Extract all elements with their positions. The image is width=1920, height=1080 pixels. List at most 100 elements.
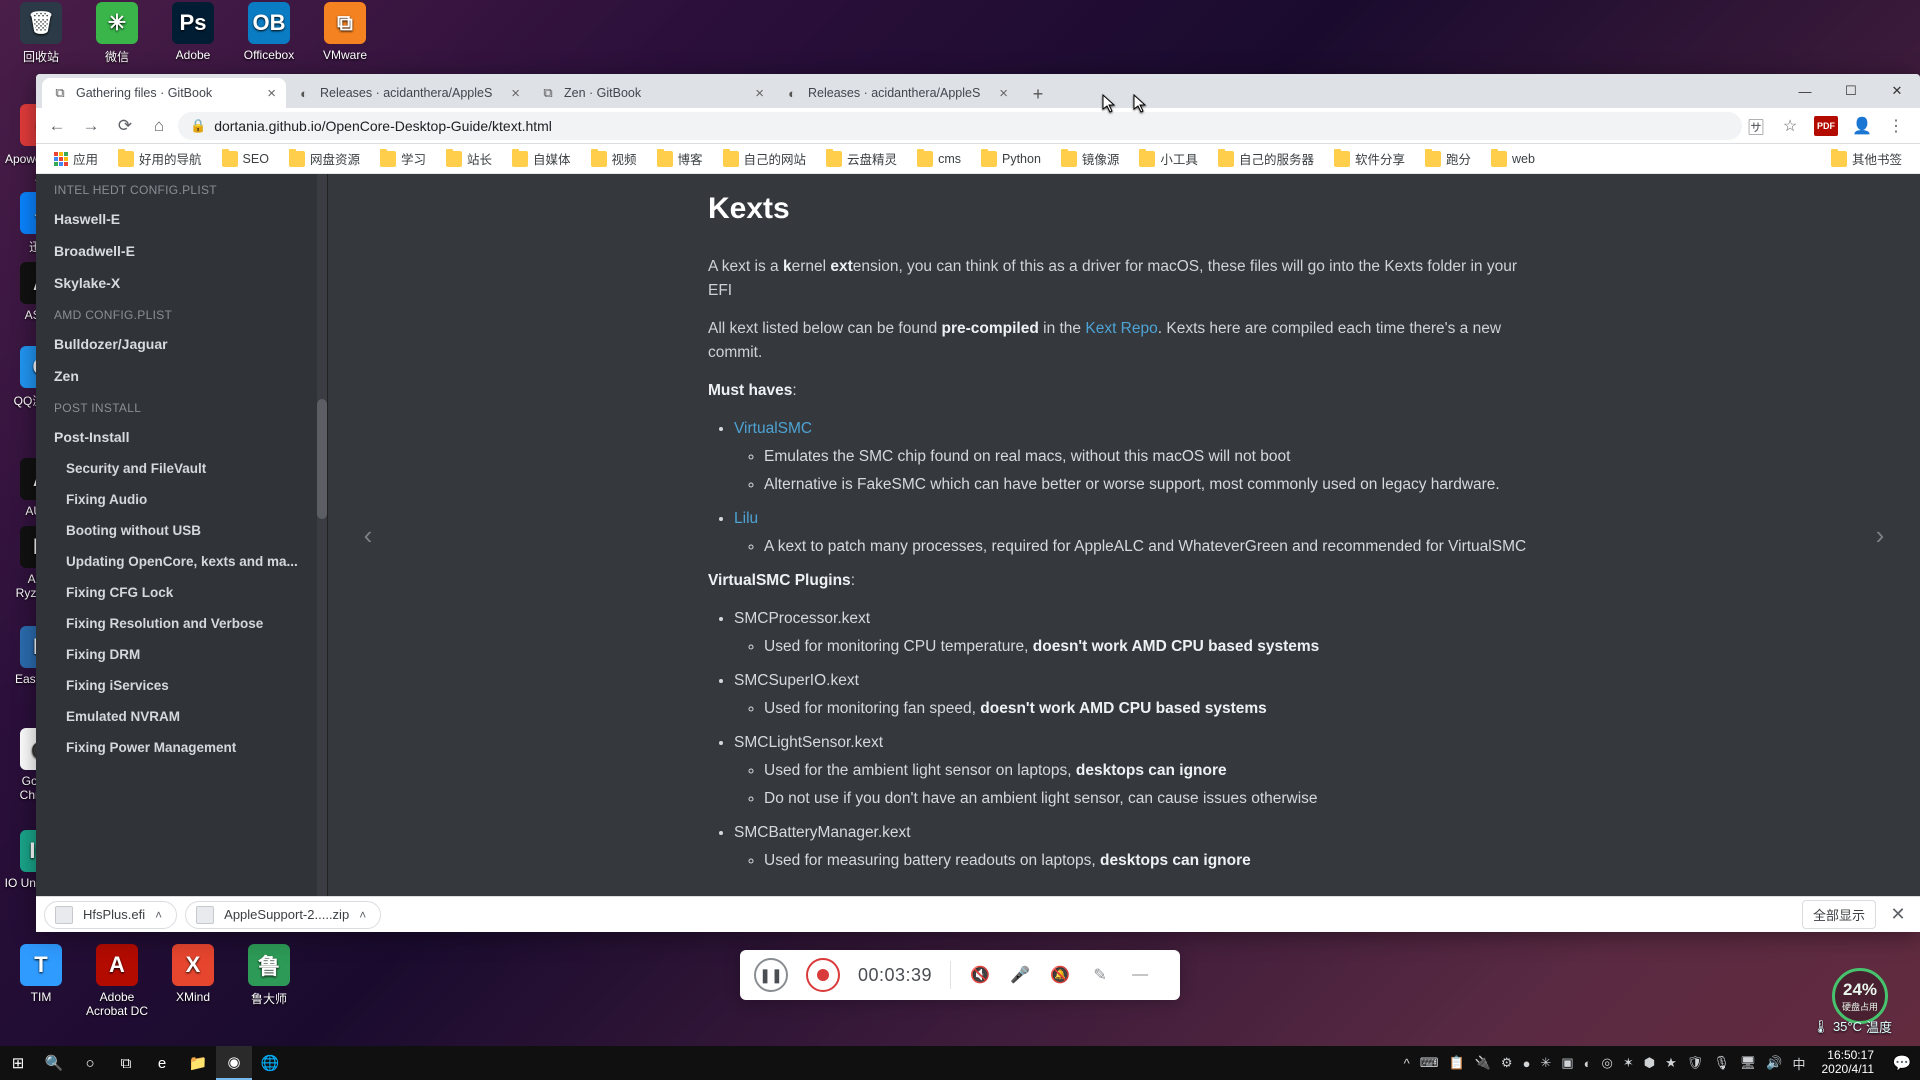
chrome-taskbar-icon[interactable]: ◉ bbox=[216, 1046, 252, 1080]
bookmark-item[interactable]: SEO bbox=[214, 148, 277, 170]
mic-icon[interactable]: 🎤 bbox=[1009, 964, 1031, 986]
lilu-link[interactable]: Lilu bbox=[734, 510, 758, 527]
bookmark-item[interactable]: 站长 bbox=[438, 146, 500, 171]
tab-close-icon[interactable]: × bbox=[755, 85, 764, 102]
tray-app-icon[interactable]: ★ bbox=[1665, 1055, 1677, 1071]
sidebar-item[interactable]: Broadwell-E bbox=[36, 235, 327, 267]
mute-icon[interactable]: 🔇 bbox=[969, 964, 991, 986]
tray-power-icon[interactable]: 🔌 bbox=[1475, 1055, 1491, 1071]
bookmark-item[interactable]: 云盘精灵 bbox=[818, 146, 905, 171]
tray-settings-icon[interactable]: ⚙ bbox=[1501, 1055, 1513, 1071]
tray-display-icon[interactable]: 🖥 bbox=[1740, 1055, 1757, 1071]
xmind-icon[interactable]: X bbox=[172, 944, 214, 986]
tray-app-icon[interactable]: ▣ bbox=[1561, 1055, 1573, 1071]
window-maximize-button[interactable]: ☐ bbox=[1828, 74, 1874, 108]
tray-volume-icon[interactable]: 🔊 bbox=[1766, 1055, 1782, 1071]
address-bar[interactable]: 🔒 dortania.github.io/OpenCore-Desktop-Gu… bbox=[178, 112, 1742, 140]
bookmark-item[interactable]: web bbox=[1483, 148, 1543, 170]
disk-usage-widget[interactable]: 24% 硬盘占用 bbox=[1832, 968, 1888, 1024]
stop-record-button[interactable] bbox=[806, 958, 840, 992]
tray-app-icon[interactable]: ⬢ bbox=[1644, 1055, 1655, 1071]
pdf-extension-icon[interactable]: PDF bbox=[1814, 116, 1838, 136]
kext-repo-link[interactable]: Kext Repo bbox=[1085, 320, 1157, 337]
new-tab-button[interactable]: + bbox=[1024, 80, 1052, 108]
bookmark-item[interactable]: 网盘资源 bbox=[281, 146, 368, 171]
sidebar-item[interactable]: Skylake-X bbox=[36, 267, 327, 299]
show-all-downloads-button[interactable]: 全部显示 bbox=[1802, 900, 1876, 929]
sidebar-item[interactable]: Bulldozer/Jaguar bbox=[36, 328, 327, 360]
officebox-icon[interactable]: OB bbox=[248, 2, 290, 44]
minimize-icon[interactable]: — bbox=[1129, 964, 1151, 986]
reload-button[interactable]: ⟳ bbox=[110, 111, 140, 141]
home-button[interactable]: ⌂ bbox=[144, 111, 174, 141]
sidebar-subitem[interactable]: Emulated NVRAM bbox=[36, 701, 327, 732]
bookmark-item[interactable]: 好用的导航 bbox=[110, 146, 210, 171]
tray-ime-icon[interactable]: ⌨ bbox=[1420, 1055, 1439, 1071]
screen-recorder-toolbar[interactable]: ❚❚ 00:03:39 🔇 🎤 🔕 ✎ — bbox=[740, 950, 1180, 1000]
back-button[interactable]: ← bbox=[42, 111, 72, 141]
sidebar-subitem[interactable]: Fixing CFG Lock bbox=[36, 577, 327, 608]
bookmark-star-icon[interactable]: ☆ bbox=[1780, 116, 1800, 136]
tray-app-icon[interactable]: ◎ bbox=[1601, 1055, 1612, 1071]
sidebar-subitem[interactable]: Booting without USB bbox=[36, 515, 327, 546]
bookmark-apps[interactable]: 应用 bbox=[46, 146, 106, 171]
recycle-bin-icon[interactable]: 🗑 bbox=[20, 2, 62, 44]
edge-taskbar-icon[interactable]: e bbox=[144, 1046, 180, 1080]
sidebar-item[interactable]: Zen bbox=[36, 360, 327, 392]
tab-close-icon[interactable]: × bbox=[267, 85, 276, 102]
ludashi-icon[interactable]: 鲁 bbox=[248, 944, 290, 986]
forward-button[interactable]: → bbox=[76, 111, 106, 141]
bookmark-item[interactable]: 跑分 bbox=[1417, 146, 1479, 171]
window-minimize-button[interactable]: — bbox=[1782, 74, 1828, 108]
pen-icon[interactable]: ✎ bbox=[1089, 964, 1111, 986]
translate-icon[interactable]: 🈂 bbox=[1746, 116, 1766, 136]
sidebar-item[interactable]: Haswell-E bbox=[36, 203, 327, 235]
photoshop-icon[interactable]: Ps bbox=[172, 2, 214, 44]
bookmark-item[interactable]: Python bbox=[973, 148, 1049, 170]
tray-lang-icon[interactable]: 中 bbox=[1792, 1054, 1805, 1073]
next-page-button[interactable]: › bbox=[1860, 515, 1900, 555]
sidebar-subitem[interactable]: Security and FileVault bbox=[36, 453, 327, 484]
start-button[interactable]: ⊞ bbox=[0, 1046, 36, 1080]
sidebar-subitem[interactable]: Fixing Power Management bbox=[36, 732, 327, 763]
sidebar-subitem[interactable]: Fixing Resolution and Verbose bbox=[36, 608, 327, 639]
virtualsmc-link[interactable]: VirtualSMC bbox=[734, 420, 812, 437]
tab-0[interactable]: ⧉ Gathering files · GitBook × bbox=[42, 78, 286, 108]
taskview-button[interactable]: ⧉ bbox=[108, 1046, 144, 1080]
vmware-icon[interactable]: ⧉ bbox=[324, 2, 366, 44]
download-item[interactable]: HfsPlus.efi ˄ bbox=[44, 901, 177, 929]
bookmark-item[interactable]: 自己的网站 bbox=[715, 146, 815, 171]
bookmark-item[interactable]: 博客 bbox=[649, 146, 711, 171]
tray-defender-icon[interactable]: 🛡 bbox=[1687, 1055, 1704, 1071]
tray-overflow-icon[interactable]: ^ bbox=[1404, 1056, 1410, 1071]
tray-app-icon[interactable]: ✶ bbox=[1623, 1055, 1634, 1071]
bookmark-item[interactable]: 软件分享 bbox=[1326, 146, 1413, 171]
pause-button[interactable]: ❚❚ bbox=[754, 958, 788, 992]
taskbar-clock[interactable]: 16:50:17 2020/4/11 bbox=[1812, 1049, 1885, 1077]
window-close-button[interactable]: ✕ bbox=[1874, 74, 1920, 108]
bookmark-item[interactable]: 镜像源 bbox=[1053, 146, 1128, 171]
tab-3[interactable]: ◐ Releases · acidanthera/AppleS × bbox=[774, 78, 1018, 108]
cortana-button[interactable]: ○ bbox=[72, 1046, 108, 1080]
bookmark-item[interactable]: 自己的服务器 bbox=[1210, 146, 1322, 171]
close-shelf-button[interactable]: ✕ bbox=[1884, 904, 1912, 925]
bookmark-item[interactable]: 学习 bbox=[372, 146, 434, 171]
profile-avatar-icon[interactable]: 👤 bbox=[1852, 116, 1872, 136]
tray-app-icon[interactable]: ◐ bbox=[1584, 1056, 1592, 1071]
tab-close-icon[interactable]: × bbox=[511, 85, 520, 102]
tray-wechat-icon[interactable]: ✳ bbox=[1540, 1055, 1551, 1071]
prev-page-button[interactable]: ‹ bbox=[348, 515, 388, 555]
doc-sidebar[interactable]: INTEL HEDT CONFIG.PLIST Haswell-E Broadw… bbox=[36, 174, 328, 896]
bookmark-item[interactable]: cms bbox=[909, 148, 969, 170]
explorer-taskbar-icon[interactable]: 📁 bbox=[180, 1046, 216, 1080]
tray-clipboard-icon[interactable]: 📋 bbox=[1449, 1055, 1465, 1071]
bookmark-other[interactable]: 其他书签 bbox=[1823, 146, 1910, 171]
tray-mic-icon[interactable]: 🎙 bbox=[1713, 1055, 1730, 1071]
sidebar-scrollbar-track[interactable] bbox=[317, 174, 327, 896]
tab-1[interactable]: ◐ Releases · acidanthera/AppleS × bbox=[286, 78, 530, 108]
browser-taskbar-icon[interactable]: 🌐 bbox=[252, 1046, 288, 1080]
action-center-icon[interactable]: 💬 bbox=[1884, 1046, 1920, 1080]
bookmark-item[interactable]: 视频 bbox=[583, 146, 645, 171]
bell-off-icon[interactable]: 🔕 bbox=[1049, 964, 1071, 986]
sidebar-subitem[interactable]: Fixing DRM bbox=[36, 639, 327, 670]
